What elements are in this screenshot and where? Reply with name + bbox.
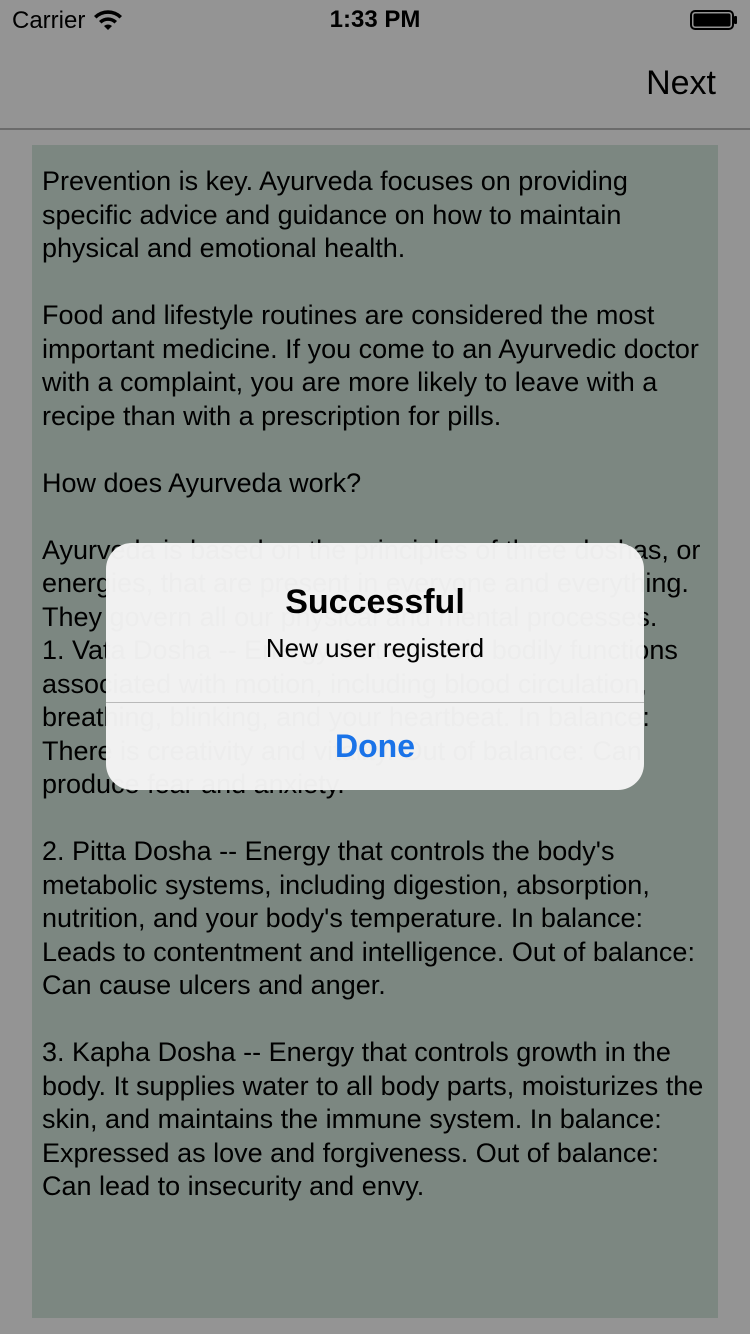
alert-message: New user registerd (265, 633, 485, 663)
success-alert: Successful New user registerd Done (106, 543, 644, 790)
alert-title: Successful (285, 583, 465, 621)
done-button[interactable]: Done (106, 703, 644, 790)
app-screen: Carrier 1:33 PM Next Prevention is key. … (0, 0, 750, 1334)
